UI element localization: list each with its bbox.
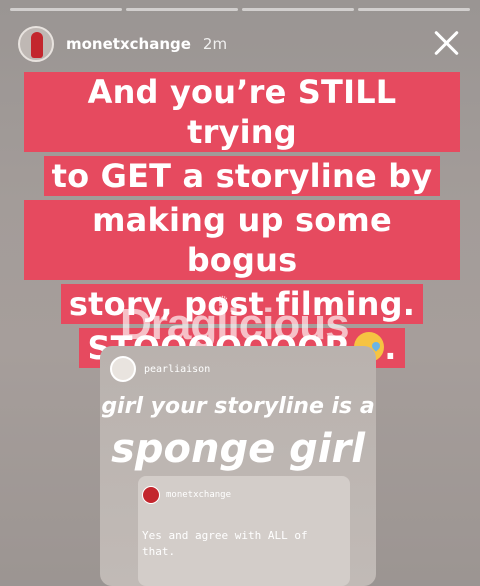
progress-segment <box>10 8 122 11</box>
timestamp: 2m <box>202 35 228 53</box>
progress-segment <box>126 8 238 11</box>
avatar[interactable] <box>18 26 54 62</box>
crown-icon: ♛ <box>216 294 229 310</box>
quoted-text: Yes and agree with ALL of that. <box>142 529 308 558</box>
shared-story-headline: sponge girl <box>111 426 365 472</box>
username[interactable]: monetxchange <box>66 35 191 53</box>
story-header: monetxchange 2m <box>18 24 462 64</box>
caption-line: to GET a storyline by <box>43 156 441 196</box>
close-icon[interactable] <box>432 28 462 58</box>
shared-username: pearliaison <box>144 363 211 375</box>
story-progress-bar <box>10 8 470 11</box>
progress-segment <box>242 8 354 11</box>
shared-story-text: girl your storyline is a <box>101 394 375 419</box>
progress-segment <box>358 8 470 11</box>
watermark-text: Draglicious <box>120 300 350 349</box>
caption-line: And you’re STILL trying <box>24 72 460 152</box>
avatar <box>110 356 136 382</box>
quoted-header: monetxchange <box>142 486 231 504</box>
caption-period: . <box>384 329 397 367</box>
quoted-username: monetxchange <box>166 490 232 500</box>
shared-story-card[interactable]: pearliaison girl your storyline is a spo… <box>100 346 376 586</box>
avatar <box>142 486 160 504</box>
caption-line: making up some bogus <box>24 200 460 280</box>
shared-story-header: pearliaison <box>110 356 210 382</box>
quoted-post-card: monetxchange Yes and agree with ALL of t… <box>138 476 350 586</box>
